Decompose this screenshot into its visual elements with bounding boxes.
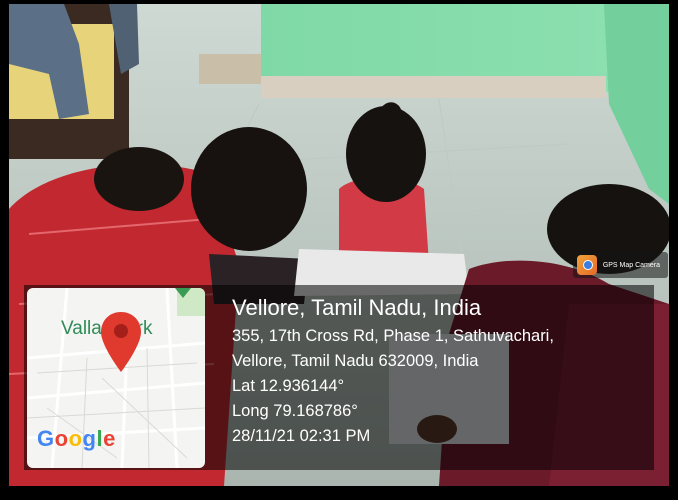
photo-frame: GPS Map Camera Vallar Park [0,0,678,500]
timestamp-text: 28/11/21 02:31 PM [232,427,371,445]
latitude-text: Lat 12.936144° [232,377,345,395]
location-details: Vellore, Tamil Nadu, India 355, 17th Cro… [232,285,652,446]
gps-map-camera-watermark: GPS Map Camera [572,252,668,278]
gps-map-camera-icon [576,255,597,275]
map-thumbnail[interactable]: Vallar Park Google [27,288,205,468]
location-info-panel: Vallar Park Google Vellore, Tamil Nadu, … [24,285,654,470]
watermark-app-name: GPS Map Camera [602,261,660,269]
google-logo: Google [37,426,116,451]
location-pin-icon [101,312,141,372]
address-line-1: 355, 17th Cross Rd, Phase 1, Sathuvachar… [232,327,554,345]
longitude-text: Long 79.168786° [232,402,358,420]
address-line-2: Vellore, Tamil Nadu 632009, India [232,352,479,370]
location-title: Vellore, Tamil Nadu, India [232,295,482,320]
